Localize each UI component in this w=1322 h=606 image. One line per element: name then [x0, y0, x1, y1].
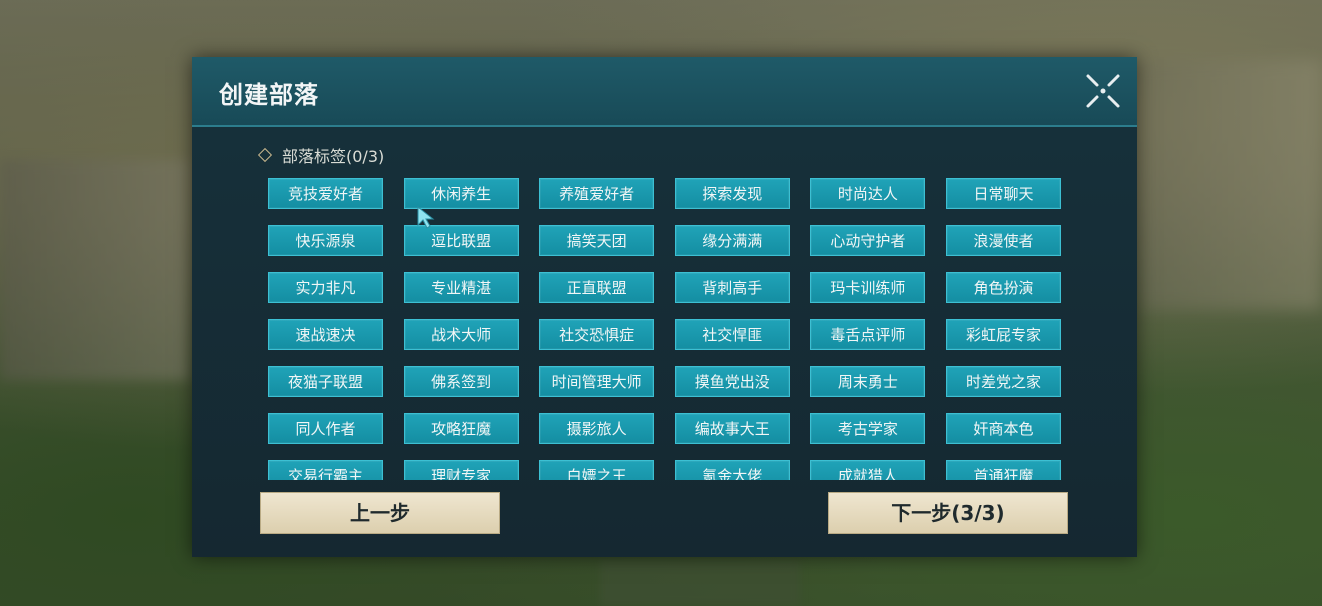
tribe-tag-button[interactable]: 氪金大佬 — [674, 460, 790, 480]
tribe-tag-button[interactable]: 佛系签到 — [403, 366, 519, 397]
tribe-tag-button[interactable]: 正直联盟 — [539, 272, 655, 303]
tribe-tag-button[interactable]: 白嫖之王 — [539, 460, 655, 480]
tribe-tag-button[interactable]: 编故事大王 — [674, 413, 790, 444]
tribe-tag-button[interactable]: 战术大师 — [403, 319, 519, 350]
tribe-tag-button[interactable]: 社交悍匪 — [674, 319, 790, 350]
tribe-tag-button[interactable]: 时尚达人 — [810, 178, 926, 209]
tribe-tag-button[interactable]: 养殖爱好者 — [539, 178, 655, 209]
tribe-tag-button[interactable]: 彩虹屁专家 — [945, 319, 1061, 350]
tribe-tag-button[interactable]: 探索发现 — [674, 178, 790, 209]
tag-grid: 竞技爱好者 休闲养生 养殖爱好者 探索发现 时尚达人 日常聊天 快乐源泉 逗比联盟 搞笑天团 缘分… — [268, 178, 1068, 480]
tribe-tag-button[interactable]: 搞笑天团 — [539, 225, 655, 256]
close-icon — [1086, 74, 1120, 108]
next-step-button[interactable]: 下一步(3/3) — [828, 492, 1068, 534]
tribe-tag-button[interactable]: 交易行霸主 — [268, 460, 383, 480]
tribe-tag-button[interactable]: 社交恐惧症 — [539, 319, 655, 350]
tribe-tags-label-text: 部落标签(0/3) — [282, 147, 385, 166]
tribe-tag-button[interactable]: 角色扮演 — [945, 272, 1061, 303]
tribe-tag-button[interactable]: 奸商本色 — [945, 413, 1061, 444]
tag-list-scroll[interactable]: 竞技爱好者 休闲养生 养殖爱好者 探索发现 时尚达人 日常聊天 快乐源泉 逗比联盟 搞笑天团 缘分… — [268, 178, 1068, 480]
tribe-tag-button[interactable]: 摄影旅人 — [539, 413, 655, 444]
tribe-tag-button[interactable]: 同人作者 — [268, 413, 383, 444]
tribe-tag-button[interactable]: 实力非凡 — [268, 272, 383, 303]
create-tribe-dialog: 创建部落 部落标签(0/3) 竞技爱好者 休闲养生 养殖爱好者 探索发现 时尚达人 日常聊… — [192, 57, 1137, 557]
pointer-cursor-icon — [417, 205, 435, 229]
tribe-tag-button[interactable]: 日常聊天 — [945, 178, 1061, 209]
tribe-tag-button[interactable]: 考古学家 — [810, 413, 926, 444]
tribe-tag-button[interactable]: 时差党之家 — [945, 366, 1061, 397]
tribe-tag-button[interactable]: 竞技爱好者 — [268, 178, 383, 209]
close-button[interactable] — [1084, 72, 1122, 110]
tribe-tag-button[interactable]: 速战速决 — [268, 319, 383, 350]
tribe-tag-button[interactable]: 夜猫子联盟 — [268, 366, 383, 397]
background-ground — [600, 560, 800, 606]
dialog-title: 创建部落 — [219, 81, 319, 109]
tribe-tags-label: 部落标签(0/3) — [257, 143, 385, 167]
tribe-tag-button[interactable]: 心动守护者 — [810, 225, 926, 256]
previous-step-button[interactable]: 上一步 — [260, 492, 500, 534]
tribe-tag-button[interactable]: 专业精湛 — [403, 272, 519, 303]
tribe-tag-button[interactable]: 周末勇士 — [810, 366, 926, 397]
diamond-bullet-icon — [257, 147, 273, 163]
tribe-tag-button[interactable]: 快乐源泉 — [268, 225, 383, 256]
tribe-tag-button[interactable]: 浪漫使者 — [945, 225, 1061, 256]
tribe-tag-button[interactable]: 逗比联盟 — [403, 225, 519, 256]
tribe-tag-button[interactable]: 毒舌点评师 — [810, 319, 926, 350]
background-building — [0, 160, 190, 380]
tribe-tag-button[interactable]: 缘分满满 — [674, 225, 790, 256]
tribe-tag-button[interactable]: 首通狂魔 — [945, 460, 1061, 480]
tribe-tag-button[interactable]: 时间管理大师 — [539, 366, 655, 397]
tribe-tag-button[interactable]: 玛卡训练师 — [810, 272, 926, 303]
tribe-tag-button[interactable]: 攻略狂魔 — [403, 413, 519, 444]
tribe-tag-button[interactable]: 摸鱼党出没 — [674, 366, 790, 397]
background-trees — [1140, 60, 1322, 310]
dialog-header: 创建部落 — [192, 57, 1137, 127]
tribe-tag-button[interactable]: 理财专家 — [403, 460, 519, 480]
tribe-tag-button[interactable]: 背刺高手 — [674, 272, 790, 303]
tribe-tag-button[interactable]: 成就猎人 — [810, 460, 926, 480]
